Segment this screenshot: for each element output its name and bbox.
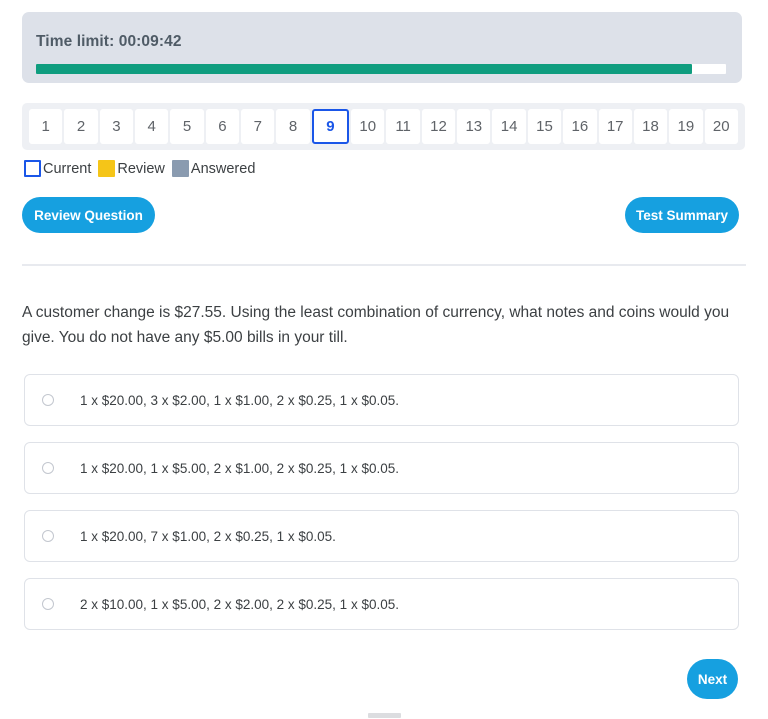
legend-item-review: Review: [98, 160, 165, 177]
time-progress-fill: [36, 64, 692, 74]
answer-option-label: 2 x $10.00, 1 x $5.00, 2 x $2.00, 2 x $0…: [80, 596, 399, 612]
legend-label: Answered: [190, 160, 256, 177]
answered-swatch-icon: [171, 160, 189, 177]
radio-button-icon[interactable]: [42, 530, 54, 542]
question-nav-item-16[interactable]: 16: [563, 109, 597, 144]
legend-label: Review: [117, 160, 165, 177]
radio-button-icon[interactable]: [42, 598, 54, 610]
question-nav-item-12[interactable]: 12: [421, 109, 456, 144]
question-nav-item-13[interactable]: 13: [457, 109, 491, 144]
status-legend: Current Review Answered: [24, 160, 255, 177]
time-limit-label: Time limit: 00:09:42: [36, 33, 182, 50]
question-nav-item-1[interactable]: 1: [29, 109, 63, 144]
answer-option-label: 1 x $20.00, 1 x $5.00, 2 x $1.00, 2 x $0…: [80, 460, 399, 476]
time-limit-panel: Time limit: 00:09:42: [22, 12, 742, 83]
legend-item-current: Current: [24, 160, 91, 177]
question-nav-item-2[interactable]: 2: [64, 109, 98, 144]
radio-button-icon[interactable]: [42, 394, 54, 406]
review-swatch-icon: [98, 160, 116, 177]
question-nav-item-6[interactable]: 6: [205, 109, 240, 144]
question-nav-item-15[interactable]: 15: [527, 109, 562, 144]
answer-option-label: 1 x $20.00, 7 x $1.00, 2 x $0.25, 1 x $0…: [80, 528, 336, 544]
question-nav-item-9[interactable]: 9: [311, 109, 350, 144]
question-navigation[interactable]: 1 2 3 4 5 6 7 8 9 10 11 12 13 14 15 16 17 18 19 20: [22, 103, 745, 150]
question-nav-item-3[interactable]: 3: [99, 109, 134, 144]
legend-label: Current: [43, 160, 92, 177]
test-summary-button[interactable]: Test Summary: [625, 197, 739, 233]
question-text: A customer change is $27.55. Using the l…: [22, 304, 730, 346]
review-question-button[interactable]: Review Question: [22, 197, 155, 233]
answer-option-a[interactable]: 1 x $20.00, 3 x $2.00, 1 x $1.00, 2 x $0…: [24, 374, 739, 426]
answer-option-d[interactable]: 2 x $10.00, 1 x $5.00, 2 x $2.00, 2 x $0…: [24, 578, 739, 630]
legend-item-answered: Answered: [171, 160, 256, 177]
question-nav-item-17[interactable]: 17: [598, 109, 632, 144]
answer-option-b[interactable]: 1 x $20.00, 1 x $5.00, 2 x $1.00, 2 x $0…: [24, 442, 739, 494]
question-nav-item-14[interactable]: 14: [492, 109, 526, 144]
answer-option-c[interactable]: 1 x $20.00, 7 x $1.00, 2 x $0.25, 1 x $0…: [24, 510, 739, 562]
radio-button-icon[interactable]: [42, 462, 54, 474]
question-nav-item-5[interactable]: 5: [170, 109, 204, 144]
current-swatch-icon: [24, 160, 41, 177]
answer-option-label: 1 x $20.00, 3 x $2.00, 1 x $1.00, 2 x $0…: [80, 392, 399, 408]
next-button[interactable]: Next: [687, 659, 738, 699]
question-nav-item-19[interactable]: 19: [669, 109, 703, 144]
question-nav-item-18[interactable]: 18: [633, 109, 668, 144]
time-progress-track: [36, 64, 726, 74]
question-nav-item-11[interactable]: 11: [386, 109, 420, 144]
question-nav-item-4[interactable]: 4: [135, 109, 169, 144]
question-nav-item-7[interactable]: 7: [241, 109, 275, 144]
question-nav-item-20[interactable]: 20: [704, 109, 738, 144]
question-nav-item-8[interactable]: 8: [276, 109, 310, 144]
question-nav-item-10[interactable]: 10: [351, 109, 385, 144]
section-divider: [22, 264, 746, 266]
bottom-indicator: [368, 713, 401, 718]
answer-options-list: 1 x $20.00, 3 x $2.00, 1 x $1.00, 2 x $0…: [24, 374, 739, 646]
